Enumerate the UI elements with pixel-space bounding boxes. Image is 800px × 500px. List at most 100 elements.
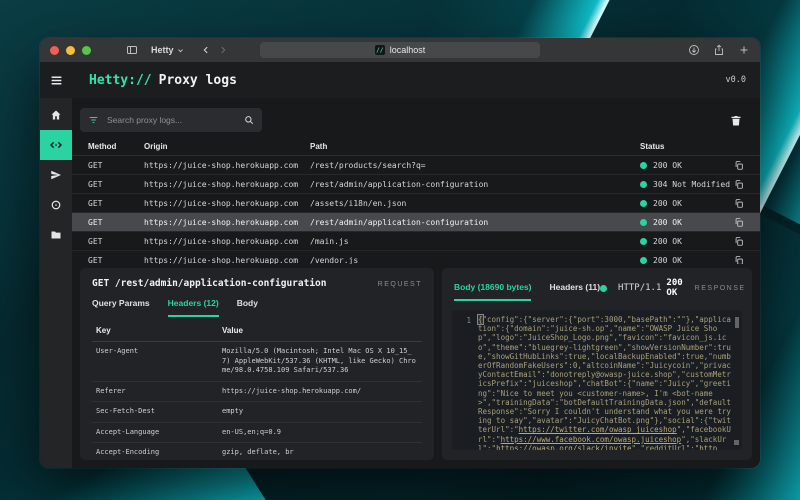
home-icon	[50, 109, 62, 121]
table-row[interactable]: GEThttps://juice-shop.herokuapp.com/asse…	[72, 194, 760, 213]
search-input[interactable]	[105, 114, 238, 126]
col-path: Path	[310, 142, 640, 151]
cell-method: GET	[88, 161, 144, 170]
new-tab-icon[interactable]	[738, 44, 750, 56]
body-link[interactable]: https://twitter.com/owasp_juiceshop	[519, 425, 677, 434]
tab-body-18690-bytes[interactable]: Body (18690 bytes)	[454, 282, 531, 301]
toolbar	[72, 98, 760, 138]
table-row[interactable]: GEThttps://juice-shop.herokuapp.com/rest…	[72, 213, 760, 232]
sidebar-item-intercept[interactable]	[40, 190, 72, 220]
col-status: Status	[640, 142, 734, 151]
header-row: Accept-Languageen-US,en;q=0.9	[92, 423, 422, 444]
forward-button[interactable]	[218, 45, 228, 55]
table-row[interactable]: GEThttps://juice-shop.herokuapp.com/vend…	[72, 251, 760, 264]
version-label: v0.0	[726, 75, 746, 85]
code-icon	[49, 138, 63, 152]
response-panel: Body (18690 bytes)Headers (11) HTTP/1.1 …	[442, 268, 752, 460]
download-icon[interactable]	[688, 44, 700, 56]
titlebar-actions	[688, 44, 750, 56]
cell-path: /rest/admin/application-configuration	[310, 218, 640, 227]
sidebar-item-proxy-logs[interactable]	[40, 130, 72, 160]
minimize-icon[interactable]	[66, 46, 75, 55]
cell-method: GET	[88, 199, 144, 208]
copy-button[interactable]	[734, 160, 760, 171]
cell-status: 200 OK	[640, 218, 734, 227]
app-menu-button[interactable]: Hetty	[151, 45, 184, 55]
proxy-log-table: Method Origin Path Status GEThttps://jui…	[72, 138, 760, 264]
cell-origin: https://juice-shop.herokuapp.com	[144, 180, 310, 189]
status-dot-icon	[640, 162, 647, 169]
scrollbar-thumb[interactable]	[735, 317, 739, 328]
cell-origin: https://juice-shop.herokuapp.com	[144, 256, 310, 265]
sidebar-toggle-icon[interactable]	[126, 44, 138, 56]
chevron-down-icon	[177, 47, 184, 54]
status-text: 200 OK	[653, 199, 682, 208]
sidebar-item-projects[interactable]	[40, 220, 72, 250]
cell-method: GET	[88, 180, 144, 189]
status-dot-icon	[600, 285, 607, 292]
status-code: 200 OK	[666, 278, 682, 298]
site-favicon: //	[375, 45, 385, 55]
copy-button[interactable]	[734, 217, 760, 228]
cell-origin: https://juice-shop.herokuapp.com	[144, 237, 310, 246]
table-row[interactable]: GEThttps://juice-shop.herokuapp.com/main…	[72, 232, 760, 251]
app-menu-label: Hetty	[151, 45, 174, 55]
body-text: "config":{"server":{"port":3000,"basePat…	[478, 315, 731, 434]
url-bar[interactable]: // localhost	[260, 42, 540, 58]
cell-path: /main.js	[310, 237, 640, 246]
back-button[interactable]	[201, 45, 211, 55]
cell-origin: https://juice-shop.herokuapp.com	[144, 161, 310, 170]
response-body-viewer[interactable]: 1 {"config":{"server":{"port":3000,"base…	[452, 310, 742, 450]
tab-headers-12[interactable]: Headers (12)	[168, 298, 219, 317]
sidebar-item-sender[interactable]	[40, 160, 72, 190]
sidebar-item-home[interactable]	[40, 100, 72, 130]
header-value: empty	[222, 407, 418, 417]
body-link[interactable]: https://www.facebook.com/owasp.juiceshop	[501, 435, 682, 444]
trash-icon[interactable]	[730, 114, 742, 127]
hetty-window: Hetty // localhost	[40, 38, 760, 468]
cell-status: 304 Not Modified	[640, 180, 734, 189]
sidebar	[40, 98, 72, 468]
folder-icon	[50, 229, 62, 241]
maximize-icon[interactable]	[82, 46, 91, 55]
status-text: 200 OK	[653, 256, 682, 265]
tab-body[interactable]: Body	[237, 298, 258, 317]
cell-path: /vendor.js	[310, 256, 640, 265]
copy-button[interactable]	[734, 198, 760, 209]
request-headers-list: User-AgentMozilla/5.0 (Macintosh; Intel …	[92, 342, 422, 460]
header-key: Referer	[96, 387, 222, 397]
header-value: https://juice-shop.herokuapp.com/	[222, 387, 418, 397]
table-row[interactable]: GEThttps://juice-shop.herokuapp.com/rest…	[72, 175, 760, 194]
brand-logo: Hetty://	[89, 73, 152, 88]
cell-origin: https://juice-shop.herokuapp.com	[144, 199, 310, 208]
request-summary-row: GET /rest/admin/application-configuratio…	[92, 278, 422, 289]
cell-status: 200 OK	[640, 237, 734, 246]
header-value: gzip, deflate, br	[222, 448, 418, 458]
tab-query-params[interactable]: Query Params	[92, 298, 150, 317]
request-tabs: Query Params Headers (12) Body	[92, 298, 422, 317]
copy-button[interactable]	[734, 236, 760, 247]
filter-icon[interactable]	[88, 115, 99, 125]
search-icon[interactable]	[244, 115, 254, 125]
body-link[interactable]: https://owasp.org/slack/invite	[496, 444, 631, 450]
status-dot-icon	[640, 181, 647, 188]
copy-button[interactable]	[734, 179, 760, 190]
hamburger-icon[interactable]	[40, 74, 72, 87]
detail-panels: GET /rest/admin/application-configuratio…	[72, 264, 760, 468]
page-title: Proxy logs	[159, 73, 237, 88]
col-method: Method	[88, 142, 144, 151]
main-panel: Method Origin Path Status GEThttps://jui…	[72, 98, 760, 468]
tab-headers-11[interactable]: Headers (11)	[549, 282, 600, 301]
copy-button[interactable]	[734, 255, 760, 265]
app-header: Hetty:// Proxy logs v0.0	[40, 62, 760, 98]
share-icon[interactable]	[713, 44, 725, 56]
kv-value-header: Value	[222, 326, 418, 335]
request-panel-label: REQUEST	[378, 281, 422, 288]
status-dot-icon	[640, 200, 647, 207]
header-row: Sec-Fetch-Destempty	[92, 402, 422, 423]
content-area: Method Origin Path Status GEThttps://jui…	[40, 98, 760, 468]
table-row[interactable]: GEThttps://juice-shop.herokuapp.com/rest…	[72, 156, 760, 175]
close-icon[interactable]	[50, 46, 59, 55]
col-origin: Origin	[144, 142, 310, 151]
search-box[interactable]	[80, 108, 262, 132]
